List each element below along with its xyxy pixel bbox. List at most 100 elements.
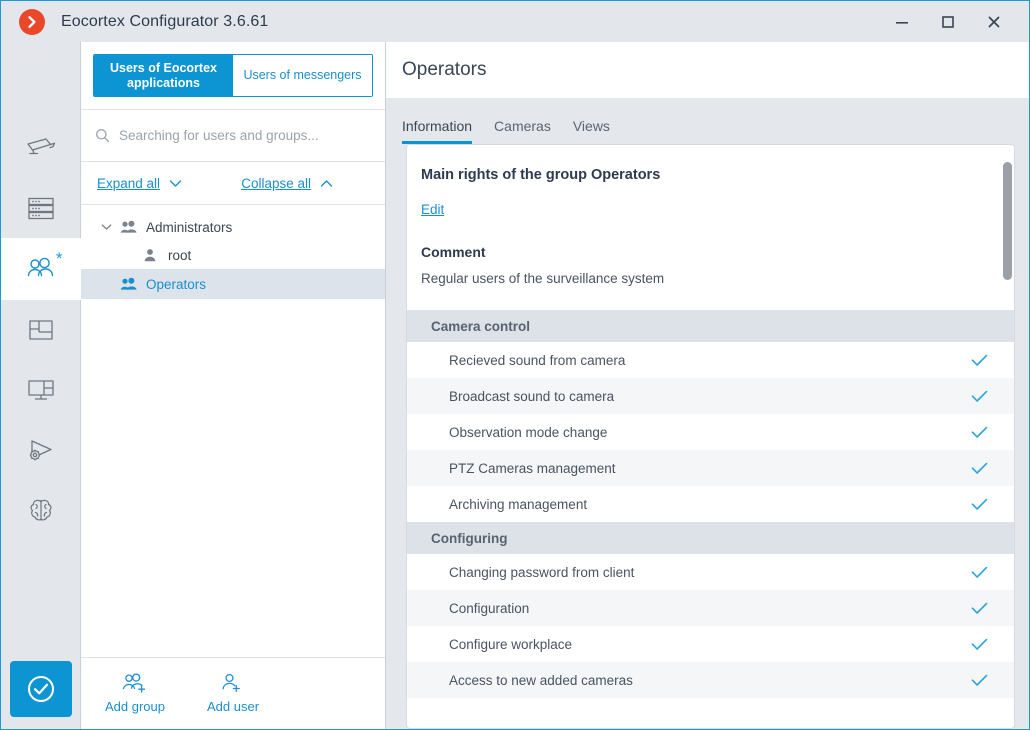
close-button[interactable] bbox=[971, 1, 1017, 42]
check-icon bbox=[971, 638, 988, 651]
check-icon bbox=[971, 674, 988, 687]
add-user-icon bbox=[222, 673, 240, 693]
expand-all-label: Expand all bbox=[97, 175, 161, 191]
group-icon bbox=[117, 220, 139, 235]
check-icon bbox=[971, 390, 988, 403]
rail-item-video-wall[interactable] bbox=[1, 360, 81, 420]
minimize-button[interactable] bbox=[879, 1, 925, 42]
permission-row[interactable]: PTZ Cameras management bbox=[407, 450, 1014, 486]
tree-item-label: root bbox=[168, 247, 192, 263]
navigation-rail: * bbox=[1, 42, 81, 729]
add-group-icon bbox=[122, 673, 146, 693]
application-window: Eocortex Configurator 3.6.61 * Users of … bbox=[0, 0, 1030, 730]
permission-label: Broadcast sound to camera bbox=[449, 388, 615, 404]
automation-play-gear-icon bbox=[29, 440, 52, 461]
apply-button[interactable] bbox=[10, 661, 72, 717]
permission-row[interactable]: Configuration bbox=[407, 590, 1014, 626]
tree-item-administrators[interactable]: Administrators bbox=[81, 213, 385, 241]
search-input[interactable] bbox=[119, 128, 371, 143]
tree-item-operators[interactable]: Operators bbox=[81, 269, 385, 299]
maximize-button[interactable] bbox=[925, 1, 971, 42]
minimize-icon bbox=[896, 21, 908, 24]
rail-item-plans[interactable] bbox=[1, 300, 81, 360]
tree-item-label: Administrators bbox=[146, 219, 233, 235]
permission-label: Configure workplace bbox=[449, 636, 573, 652]
permission-row[interactable]: Access to new added cameras bbox=[407, 662, 1014, 698]
floor-plan-icon bbox=[28, 320, 53, 340]
cctv-camera-icon bbox=[26, 138, 55, 155]
permission-row[interactable]: Recieved sound from camera bbox=[407, 342, 1014, 378]
users-panel-footer: Add group Add user bbox=[81, 657, 385, 729]
chevron-down-icon bbox=[169, 179, 182, 187]
add-user-button[interactable]: Add user bbox=[207, 673, 259, 714]
chevron-down-icon[interactable] bbox=[95, 223, 117, 231]
rail-badge-users: * bbox=[55, 249, 63, 268]
permission-label: Changing password from client bbox=[449, 564, 635, 580]
chevron-up-icon bbox=[320, 179, 333, 187]
user-icon bbox=[139, 248, 161, 263]
rail-item-automation[interactable] bbox=[1, 420, 81, 480]
search-row bbox=[81, 110, 385, 161]
window-body: * Users of Eocortex applications Users o… bbox=[1, 42, 1029, 729]
comment-title: Comment bbox=[421, 244, 486, 260]
content-scroll-wrap: Main rights of the group Operators Edit … bbox=[386, 144, 1029, 729]
add-group-button[interactable]: Add group bbox=[105, 673, 165, 714]
rights-title: Main rights of the group Operators bbox=[421, 167, 661, 183]
user-type-segmented-control: Users of Eocortex applications Users of … bbox=[93, 54, 373, 97]
rail-item-servers[interactable] bbox=[1, 178, 81, 238]
collapse-all-button[interactable]: Collapse all bbox=[241, 176, 333, 191]
tab-cameras[interactable]: Cameras bbox=[494, 118, 551, 144]
tab-information[interactable]: Information bbox=[402, 118, 473, 144]
page-title: Operators bbox=[402, 59, 487, 80]
permission-section-header-camera-control: Camera control bbox=[407, 310, 1014, 342]
permission-row[interactable]: Observation mode change bbox=[407, 414, 1014, 450]
permission-label: Archiving management bbox=[449, 496, 588, 512]
tab-bar: Information Cameras Views bbox=[386, 98, 1029, 144]
collapse-all-label: Collapse all bbox=[241, 175, 311, 191]
window-controls bbox=[879, 1, 1029, 42]
tree-controls-row: Expand all Collapse all bbox=[81, 162, 385, 204]
edit-link[interactable]: Edit bbox=[421, 202, 444, 217]
check-icon bbox=[971, 602, 988, 615]
add-group-label: Add group bbox=[105, 699, 165, 714]
rail-item-cameras[interactable] bbox=[1, 118, 81, 178]
content-scrollbar[interactable] bbox=[1003, 162, 1012, 280]
permission-label: Access to new added cameras bbox=[449, 672, 633, 688]
users-groups-panel: Users of Eocortex applications Users of … bbox=[81, 42, 386, 729]
window-title: Eocortex Configurator 3.6.61 bbox=[61, 12, 269, 30]
users-group-icon bbox=[27, 257, 53, 277]
permission-row[interactable]: Changing password from client bbox=[407, 554, 1014, 590]
title-bar: Eocortex Configurator 3.6.61 bbox=[1, 1, 1029, 42]
servers-icon bbox=[27, 197, 54, 220]
close-icon bbox=[988, 16, 1000, 27]
permission-row[interactable]: Archiving management bbox=[407, 486, 1014, 522]
check-icon bbox=[971, 354, 988, 367]
search-icon bbox=[96, 129, 110, 143]
permission-label: Observation mode change bbox=[449, 424, 608, 440]
tab-users-of-messengers[interactable]: Users of messengers bbox=[233, 55, 372, 96]
permission-row[interactable]: Configure workplace bbox=[407, 626, 1014, 662]
permission-label: PTZ Cameras management bbox=[449, 460, 616, 476]
main-header: Operators bbox=[386, 42, 1029, 98]
tab-views[interactable]: Views bbox=[573, 118, 610, 144]
check-icon bbox=[971, 462, 988, 475]
users-groups-tree: Administrators root Operators bbox=[81, 205, 385, 657]
maximize-icon bbox=[942, 15, 954, 28]
tab-users-of-eocortex-applications[interactable]: Users of Eocortex applications bbox=[94, 55, 233, 96]
check-icon bbox=[971, 426, 988, 439]
information-card-inner: Main rights of the group Operators Edit … bbox=[407, 145, 1014, 728]
permission-label: Recieved sound from camera bbox=[449, 352, 626, 368]
tree-item-label: Operators bbox=[146, 276, 207, 292]
rail-item-analytics[interactable] bbox=[1, 480, 81, 540]
permission-section-header-configuring: Configuring bbox=[407, 522, 1014, 554]
app-logo-icon bbox=[19, 8, 45, 35]
rail-item-users[interactable]: * bbox=[1, 238, 81, 300]
permission-row[interactable]: Broadcast sound to camera bbox=[407, 378, 1014, 414]
group-icon bbox=[117, 277, 139, 292]
expand-all-button[interactable]: Expand all bbox=[97, 176, 182, 191]
comment-text: Regular users of the surveillance system bbox=[421, 271, 665, 286]
permissions-list: Camera control Recieved sound from camer… bbox=[407, 310, 1014, 698]
tree-item-root[interactable]: root bbox=[81, 241, 385, 269]
add-user-label: Add user bbox=[207, 699, 260, 714]
brain-icon bbox=[30, 499, 51, 521]
